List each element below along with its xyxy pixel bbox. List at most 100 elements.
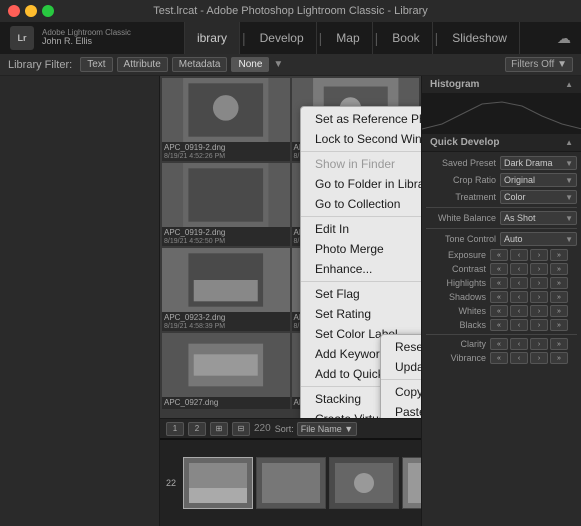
blacks-u[interactable]: ›: [530, 319, 548, 331]
grid-view-btn[interactable]: ⊞: [210, 422, 228, 436]
cloud-icon[interactable]: ☁: [557, 30, 571, 47]
filter-btn-attribute[interactable]: Attribute: [117, 57, 168, 72]
shadows-dd[interactable]: «: [490, 291, 508, 303]
nav-item-library[interactable]: ibrary: [184, 22, 240, 54]
whites-uu[interactable]: »: [550, 305, 568, 317]
treatment-value[interactable]: Color ▼: [500, 190, 577, 204]
highlights-d[interactable]: ‹: [510, 277, 528, 289]
white-balance-value[interactable]: As Shot ▼: [500, 211, 577, 225]
photo-cell-0[interactable]: APC_0919-2.dng 8/19/21 4:52:26 PM: [162, 78, 290, 161]
contrast-uu[interactable]: »: [550, 263, 568, 275]
menu-set-rating[interactable]: Set Rating ▶: [301, 304, 421, 324]
close-button[interactable]: [8, 5, 20, 17]
crop-ratio-value[interactable]: Original ▼: [500, 173, 577, 187]
photo-cell-2[interactable]: APC_0919-2.dng 8/19/21 4:52:50 PM: [162, 163, 290, 246]
whites-label: Whites: [426, 306, 486, 316]
clarity-uu[interactable]: »: [550, 338, 568, 350]
menu-enhance[interactable]: Enhance... ⌃⌥E: [301, 259, 421, 279]
saved-preset-row: Saved Preset Dark Drama ▼: [426, 156, 577, 170]
bottom-toolbar: 1 2 ⊞ ⊟ 220 Sort: File Name ▼: [160, 418, 421, 438]
vibrance-d[interactable]: ‹: [510, 352, 528, 364]
filters-off-button[interactable]: Filters Off ▼: [505, 57, 573, 72]
nav-item-develop[interactable]: Develop: [248, 22, 317, 54]
menu-edit-in[interactable]: Edit In ▶: [301, 219, 421, 239]
menu-photo-merge[interactable]: Photo Merge ▶: [301, 239, 421, 259]
contrast-d[interactable]: ‹: [510, 263, 528, 275]
highlights-uu[interactable]: »: [550, 277, 568, 289]
app-branding: Adobe Lightroom Classic John R. Ellis: [42, 29, 131, 48]
exposure-d[interactable]: ‹: [510, 249, 528, 261]
menu-go-collection[interactable]: Go to Collection ▶: [301, 194, 421, 214]
menu-show-finder: Show in Finder: [301, 154, 421, 174]
filter-btn-none[interactable]: None: [231, 57, 269, 72]
tone-control-label: Tone Control: [426, 234, 496, 244]
filter-label: Library Filter:: [8, 59, 72, 71]
menu-lock-window[interactable]: Lock to Second Window ⌘⇧\: [301, 129, 421, 149]
saved-preset-value[interactable]: Dark Drama ▼: [500, 156, 577, 170]
submenu-reset[interactable]: Reset: [381, 337, 421, 357]
loupe-view-btn[interactable]: ⊟: [232, 422, 250, 436]
blacks-d[interactable]: ‹: [510, 319, 528, 331]
contrast-dd[interactable]: «: [490, 263, 508, 275]
contrast-u[interactable]: ›: [530, 263, 548, 275]
quick-develop-title: Quick Develop: [430, 137, 499, 148]
app-logo: Lr: [10, 26, 34, 50]
menu-set-flag[interactable]: Set Flag ▶: [301, 284, 421, 304]
treatment-row: Treatment Color ▼: [426, 190, 577, 204]
photo-cell-4[interactable]: APC_0923-2.dng 8/19/21 4:58:39 PM: [162, 248, 290, 331]
saved-preset-label: Saved Preset: [426, 158, 496, 168]
photo-count: 220: [254, 423, 271, 434]
submenu-update-current[interactable]: Update to Current Process Version: [381, 357, 421, 377]
submenu-paste-settings[interactable]: Paste Settings: [381, 402, 421, 418]
clarity-u[interactable]: ›: [530, 338, 548, 350]
histogram-header[interactable]: Histogram ▲: [422, 76, 581, 94]
blacks-dd[interactable]: «: [490, 319, 508, 331]
filmstrip-thumb-2[interactable]: [329, 457, 399, 509]
highlights-dd[interactable]: «: [490, 277, 508, 289]
right-panel: Histogram ▲ Quick Develop ▲ Saved Preset…: [421, 76, 581, 526]
quick-develop-header[interactable]: Quick Develop ▲: [422, 134, 581, 152]
highlights-u[interactable]: ›: [530, 277, 548, 289]
filmstrip: 22: [160, 438, 421, 526]
filter-toggle-icon: ▼: [273, 59, 283, 70]
photo-cell-6[interactable]: APC_0927.dng: [162, 333, 290, 409]
filmstrip-thumb-3[interactable]: [402, 457, 421, 509]
white-balance-label: White Balance: [426, 213, 496, 223]
contrast-label: Contrast: [426, 264, 486, 274]
nav-item-slideshow[interactable]: Slideshow: [440, 22, 520, 54]
filter-btn-metadata[interactable]: Metadata: [172, 57, 228, 72]
clarity-d[interactable]: ‹: [510, 338, 528, 350]
minimize-button[interactable]: [25, 5, 37, 17]
exposure-uu[interactable]: »: [550, 249, 568, 261]
treatment-label: Treatment: [426, 192, 496, 202]
whites-dd[interactable]: «: [490, 305, 508, 317]
whites-d[interactable]: ‹: [510, 305, 528, 317]
shadows-u[interactable]: ›: [530, 291, 548, 303]
page-btn-1[interactable]: 1: [166, 422, 184, 436]
tone-control-value[interactable]: Auto ▼: [500, 232, 577, 246]
menu-set-reference[interactable]: Set as Reference Photo: [301, 109, 421, 129]
exposure-u[interactable]: ›: [530, 249, 548, 261]
vibrance-dd[interactable]: «: [490, 352, 508, 364]
whites-u[interactable]: ›: [530, 305, 548, 317]
vibrance-label: Vibrance: [426, 353, 486, 363]
sort-value[interactable]: File Name ▼: [297, 422, 357, 436]
filmstrip-thumb-1[interactable]: [256, 457, 326, 509]
clarity-dd[interactable]: «: [490, 338, 508, 350]
filmstrip-thumb-0[interactable]: [183, 457, 253, 509]
page-btn-2[interactable]: 2: [188, 422, 206, 436]
contrast-row: Contrast « ‹ › »: [426, 263, 577, 275]
shadows-uu[interactable]: »: [550, 291, 568, 303]
nav-item-map[interactable]: Map: [324, 22, 372, 54]
histogram-toggle: ▲: [565, 80, 573, 89]
blacks-uu[interactable]: »: [550, 319, 568, 331]
shadows-d[interactable]: ‹: [510, 291, 528, 303]
filter-btn-text[interactable]: Text: [80, 57, 112, 72]
exposure-dd[interactable]: «: [490, 249, 508, 261]
maximize-button[interactable]: [42, 5, 54, 17]
nav-item-book[interactable]: Book: [380, 22, 432, 54]
submenu-copy-settings[interactable]: Copy Settings...: [381, 382, 421, 402]
menu-go-folder[interactable]: Go to Folder in Library: [301, 174, 421, 194]
vibrance-uu[interactable]: »: [550, 352, 568, 364]
vibrance-u[interactable]: ›: [530, 352, 548, 364]
